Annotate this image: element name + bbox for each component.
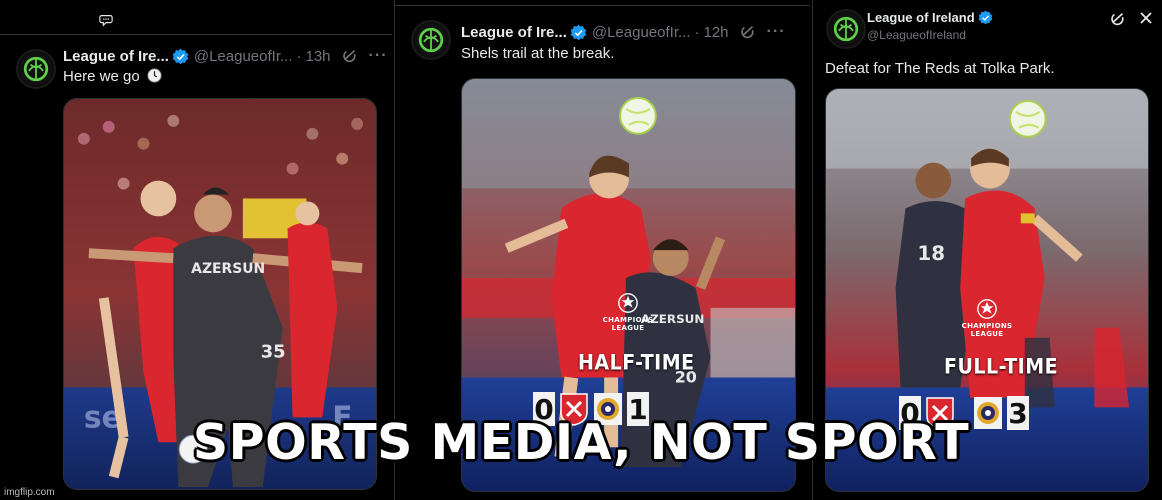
timestamp[interactable]: 12h <box>704 24 729 41</box>
svg-text:AZERSUN: AZERSUN <box>191 261 265 277</box>
tweet-text: Defeat for The Reds at Tolka Park. <box>825 60 1055 77</box>
starball-icon <box>977 299 997 319</box>
more-options-button[interactable]: ··· <box>369 47 388 65</box>
author-handle[interactable]: @LeagueofIr... <box>592 24 691 41</box>
tweet-header: League of Ireland <box>867 10 993 25</box>
close-icon[interactable] <box>1139 11 1153 25</box>
author-handle[interactable]: @LeagueofIr... <box>194 48 293 65</box>
tweet-text: Shels trail at the break. <box>461 45 615 62</box>
grok-icon[interactable] <box>739 23 757 41</box>
competition-line-2: LEAGUE <box>611 324 645 332</box>
tweet-text: Here we go <box>63 68 162 85</box>
champions-league-logo: CHAMPIONS LEAGUE <box>593 292 663 332</box>
svg-text:35: 35 <box>261 342 286 363</box>
timestamp[interactable]: 13h <box>306 48 331 65</box>
tweet-header: League of Ire... @LeagueofIr... · 12h ··… <box>461 23 786 41</box>
tweet-text-content: Here we go <box>63 68 140 85</box>
divider <box>0 34 392 35</box>
clock-icon <box>147 68 162 83</box>
league-avatar[interactable] <box>826 9 866 49</box>
league-avatar[interactable] <box>411 20 451 60</box>
phase-label: FULL-TIME <box>944 354 1059 380</box>
divider <box>395 5 810 6</box>
author-name[interactable]: League of Ireland <box>867 10 975 25</box>
competition-line-2: LEAGUE <box>970 330 1004 338</box>
reply-bubble-icon <box>99 15 113 27</box>
champions-league-logo: CHAMPIONS LEAGUE <box>952 298 1022 338</box>
svg-text:18: 18 <box>917 242 945 265</box>
grok-icon[interactable] <box>1109 10 1127 28</box>
phase-label: HALF-TIME <box>578 350 695 376</box>
verified-badge-icon <box>978 10 992 25</box>
separator-dot: · <box>694 23 700 41</box>
league-avatar[interactable] <box>16 49 56 89</box>
separator-dot: · <box>296 47 302 65</box>
verified-badge-icon <box>570 24 587 40</box>
grok-icon[interactable] <box>341 47 359 65</box>
tweet-header: League of Ire... @LeagueofIr... · 13h ··… <box>63 47 388 65</box>
competition-line-1: CHAMPIONS <box>602 316 654 324</box>
author-name[interactable]: League of Ire... <box>461 24 567 41</box>
competition-line-1: CHAMPIONS <box>961 322 1013 330</box>
verified-badge-icon <box>172 48 189 64</box>
author-handle[interactable]: @LeagueofIreland <box>867 28 966 42</box>
more-options-button[interactable]: ··· <box>767 23 786 41</box>
imgflip-watermark: imgflip.com <box>4 487 55 498</box>
author-name[interactable]: League of Ire... <box>63 48 169 65</box>
meme-caption: SPORTS MEDIA, NOT SPORT <box>192 414 970 471</box>
starball-icon <box>618 293 638 313</box>
